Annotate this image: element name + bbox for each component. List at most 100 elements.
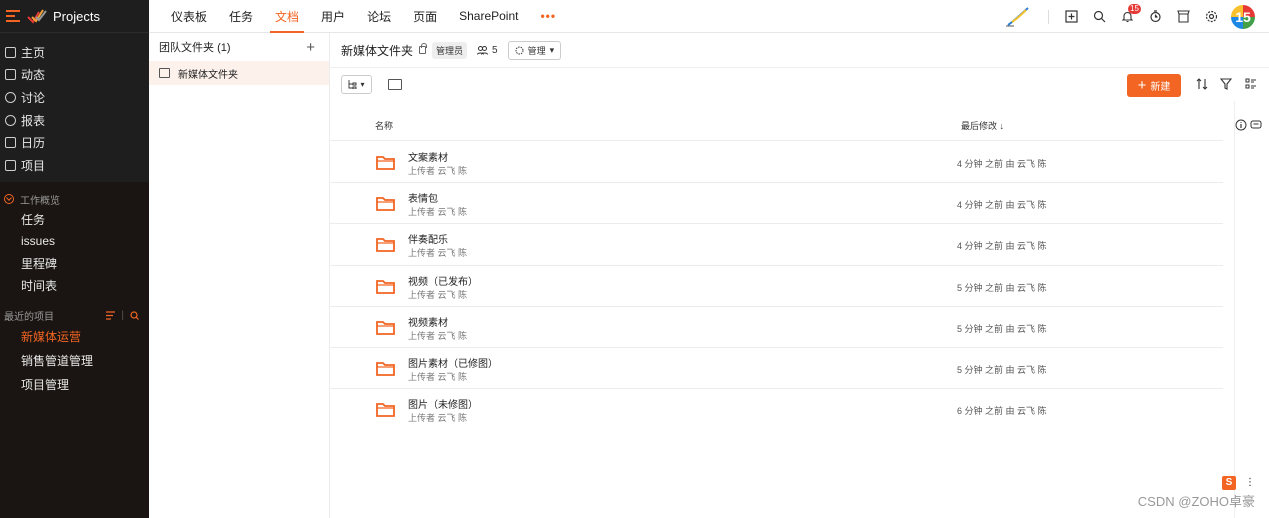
row-uploader: 上传者 云飞 陈 bbox=[408, 371, 468, 382]
row-modified: 6 分钟 之前 由 云飞 陈 bbox=[957, 406, 1047, 417]
row-uploader: 上传者 云飞 陈 bbox=[408, 413, 468, 424]
timer-icon[interactable] bbox=[1141, 0, 1169, 33]
divider bbox=[1048, 9, 1049, 24]
search-icon[interactable] bbox=[1085, 0, 1113, 33]
tree-icon bbox=[349, 80, 357, 89]
more-tabs-icon[interactable]: ••• bbox=[529, 0, 567, 33]
feather-icon[interactable] bbox=[1004, 6, 1032, 27]
report-icon bbox=[5, 114, 16, 126]
row-modified: 4 分钟 之前 由 云飞 陈 bbox=[957, 241, 1047, 252]
store-icon[interactable] bbox=[1169, 0, 1197, 33]
comment-icon[interactable] bbox=[1250, 119, 1262, 131]
table-row[interactable]: 视频（已发布） 上传者 云飞 陈 5 分钟 之前 由 云飞 陈 bbox=[330, 266, 1223, 307]
user-avatar[interactable]: 15 bbox=[1231, 4, 1255, 29]
folder-icon bbox=[376, 279, 395, 294]
folder-icon[interactable] bbox=[388, 79, 402, 90]
tree-view-toggle[interactable]: ▾ bbox=[341, 75, 372, 94]
recent-project-sales-pipeline[interactable]: 销售管道管理 bbox=[0, 348, 149, 372]
recent-project-project-mgmt[interactable]: 项目管理 bbox=[0, 372, 149, 396]
top-nav: 仪表板 任务 文档 用户 论坛 页面 SharePoint ••• 15 15 bbox=[149, 0, 1269, 33]
filter-list-icon[interactable] bbox=[106, 310, 116, 320]
more-vertical-icon[interactable]: ⋮ bbox=[1245, 477, 1255, 488]
filter-icon[interactable] bbox=[1220, 78, 1232, 90]
notification-bell-icon[interactable]: 15 bbox=[1113, 0, 1141, 33]
add-icon[interactable] bbox=[1057, 0, 1085, 33]
nav-item-feed[interactable]: 动态 bbox=[0, 64, 149, 87]
chevron-down-icon: ▾ bbox=[549, 44, 555, 55]
table-row[interactable]: 伴奏配乐 上传者 云飞 陈 4 分钟 之前 由 云飞 陈 bbox=[330, 224, 1223, 266]
tab-tasks[interactable]: 任务 bbox=[218, 0, 264, 33]
recent-projects-label: 最近的项目 bbox=[4, 311, 54, 323]
team-folders-header: 团队文件夹 (1) + bbox=[149, 33, 329, 61]
calendar-icon bbox=[5, 137, 16, 149]
nav-item-discuss[interactable]: 讨论 bbox=[0, 86, 149, 109]
tab-dashboard[interactable]: 仪表板 bbox=[160, 0, 218, 33]
row-uploader: 上传者 云飞 陈 bbox=[408, 248, 468, 259]
tab-forums[interactable]: 论坛 bbox=[356, 0, 402, 33]
nav-item-home[interactable]: 主页 bbox=[0, 41, 149, 64]
home-icon bbox=[5, 46, 16, 58]
table-row[interactable]: 表情包 上传者 云飞 陈 4 分钟 之前 由 云飞 陈 bbox=[330, 183, 1223, 225]
row-modified: 4 分钟 之前 由 云飞 陈 bbox=[957, 159, 1047, 169]
nav-item-projects[interactable]: 项目 bbox=[0, 154, 149, 177]
settings-gear-icon[interactable] bbox=[1197, 0, 1225, 33]
recent-projects-header: 最近的项目 | bbox=[0, 306, 149, 324]
row-title: 文案素材 bbox=[408, 153, 448, 164]
folder-item-new-media[interactable]: 新媒体文件夹 bbox=[149, 61, 329, 85]
table-row[interactable]: 图片素材（已修图） 上传者 云飞 陈 5 分钟 之前 由 云飞 陈 bbox=[330, 348, 1223, 390]
discuss-icon bbox=[5, 91, 16, 103]
folder-title: 新媒体文件夹 bbox=[341, 43, 414, 58]
column-name[interactable]: 名称 bbox=[375, 119, 393, 132]
members-count[interactable]: 5 bbox=[477, 45, 498, 56]
work-overview-label: 工作概览 bbox=[20, 195, 60, 207]
hamburger-menu-icon[interactable] bbox=[6, 10, 20, 22]
tab-sharepoint[interactable]: SharePoint bbox=[448, 0, 529, 33]
table-row[interactable]: 视频素材 上传者 云飞 陈 5 分钟 之前 由 云飞 陈 bbox=[330, 307, 1223, 348]
tab-documents[interactable]: 文档 bbox=[264, 0, 310, 33]
folder-pane: 团队文件夹 (1) + 新媒体文件夹 bbox=[149, 33, 330, 518]
role-badge: 管理员 bbox=[432, 41, 468, 59]
team-folder-icon bbox=[159, 68, 170, 78]
work-section: 工作概览 任务 issues 里程碑 时间表 最近的项目 | 新媒体运营 销售管… bbox=[0, 182, 149, 518]
work-item-issues[interactable]: issues bbox=[0, 230, 149, 252]
nav-item-reports[interactable]: 报表 bbox=[0, 109, 149, 132]
row-title: 伴奏配乐 bbox=[408, 235, 448, 247]
view-options-icon[interactable] bbox=[1245, 78, 1257, 90]
tab-pages[interactable]: 页面 bbox=[402, 0, 448, 33]
nav-item-calendar[interactable]: 日历 bbox=[0, 131, 149, 154]
row-title: 视频（已发布） bbox=[408, 276, 478, 288]
row-title: 图片素材（已修图） bbox=[408, 358, 498, 370]
search-icon[interactable] bbox=[130, 310, 139, 320]
nav-label: 动态 bbox=[21, 68, 46, 83]
row-modified: 5 分钟 之前 由 云飞 陈 bbox=[957, 323, 1047, 334]
row-uploader: 上传者 云飞 陈 bbox=[408, 330, 468, 341]
info-icon[interactable] bbox=[1235, 119, 1247, 131]
recent-project-new-media[interactable]: 新媒体运营 bbox=[0, 324, 149, 348]
table-row[interactable]: 图片（未修图） 上传者 云飞 陈 6 分钟 之前 由 云飞 陈 bbox=[330, 389, 1223, 430]
work-item-tasks[interactable]: 任务 bbox=[0, 208, 149, 230]
plus-icon: + bbox=[1137, 77, 1147, 94]
row-uploader: 上传者 云飞 陈 bbox=[408, 166, 468, 176]
nav-label: 日历 bbox=[21, 136, 46, 151]
table-header: 名称 最后修改 ↓ bbox=[330, 111, 1223, 141]
floating-widget-icon[interactable]: S bbox=[1222, 476, 1236, 490]
row-modified: 4 分钟 之前 由 云飞 陈 bbox=[957, 200, 1047, 211]
folder-icon bbox=[376, 197, 395, 212]
tab-users[interactable]: 用户 bbox=[310, 0, 356, 33]
row-modified: 5 分钟 之前 由 云飞 陈 bbox=[957, 282, 1047, 293]
top-actions: 15 15 bbox=[1004, 0, 1269, 33]
new-button[interactable]: + 新建 bbox=[1127, 74, 1181, 97]
work-item-timesheet[interactable]: 时间表 bbox=[0, 274, 149, 296]
work-item-milestones[interactable]: 里程碑 bbox=[0, 252, 149, 274]
work-overview-header[interactable]: 工作概览 bbox=[0, 190, 149, 208]
add-folder-button[interactable]: + bbox=[306, 39, 315, 56]
watermark: CSDN @ZOHO卓豪 bbox=[1137, 494, 1255, 509]
lock-icon bbox=[419, 43, 427, 54]
folder-header: 新媒体文件夹 管理员 5 管理 ▾ bbox=[330, 33, 1269, 68]
column-modified[interactable]: 最后修改 ↓ bbox=[961, 119, 1004, 132]
table-row[interactable]: 文案素材 上传者 云飞 陈 4 分钟 之前 由 云飞 陈 bbox=[330, 142, 1223, 184]
main-content: 新媒体文件夹 管理员 5 管理 ▾ ▾ +新建 名称 最后修改 ↓ 文案素材 bbox=[330, 33, 1269, 518]
app-title: Projects bbox=[53, 8, 100, 24]
sort-icon[interactable] bbox=[1196, 78, 1208, 90]
manage-dropdown[interactable]: 管理 ▾ bbox=[507, 40, 562, 60]
